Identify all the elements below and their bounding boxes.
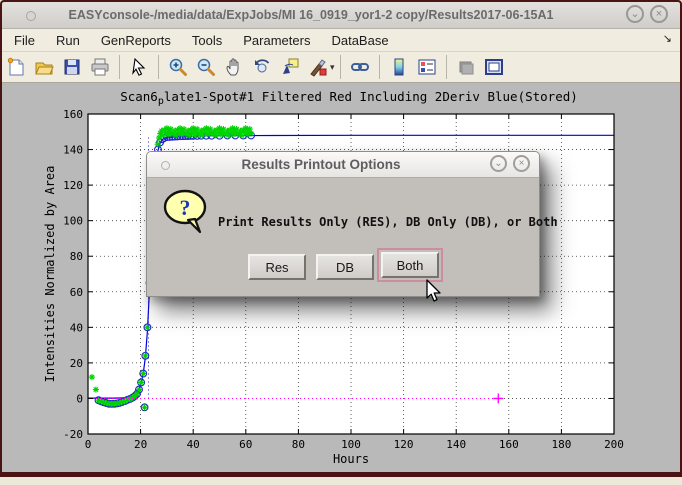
menu-genreports[interactable]: GenReports bbox=[92, 31, 180, 50]
y-tick-label: 140 bbox=[63, 144, 83, 157]
x-tick-label: 20 bbox=[134, 438, 147, 451]
menubar: File Run GenReports Tools Parameters Dat… bbox=[2, 29, 680, 52]
open-file-icon[interactable] bbox=[33, 56, 55, 78]
menu-overflow-arrow-icon[interactable]: ↘ bbox=[663, 32, 672, 45]
x-tick-label: 100 bbox=[341, 438, 361, 451]
dialog-close-button[interactable]: × bbox=[513, 155, 530, 172]
save-figure-icon[interactable] bbox=[61, 56, 83, 78]
menu-parameters[interactable]: Parameters bbox=[234, 31, 319, 50]
y-tick-label: 60 bbox=[70, 286, 83, 299]
toolbar-separator bbox=[379, 55, 380, 79]
toolbar-separator bbox=[158, 55, 159, 79]
menu-file[interactable]: File bbox=[5, 31, 44, 50]
x-tick-label: 60 bbox=[239, 438, 252, 451]
x-tick-label: 200 bbox=[604, 438, 624, 451]
res-button[interactable]: Res bbox=[248, 254, 306, 280]
y-tick-label: 160 bbox=[63, 108, 83, 121]
data-cursor-icon[interactable] bbox=[279, 56, 301, 78]
dialog-shade-button[interactable]: ⌄ bbox=[490, 155, 507, 172]
x-axis-label: Hours bbox=[333, 452, 369, 466]
x-tick-label: 40 bbox=[187, 438, 200, 451]
zoom-in-icon[interactable] bbox=[167, 56, 189, 78]
new-figure-icon[interactable] bbox=[5, 56, 27, 78]
hide-plot-tools-icon[interactable] bbox=[455, 56, 477, 78]
y-tick-label: -20 bbox=[63, 428, 83, 441]
y-tick-label: 100 bbox=[63, 215, 83, 228]
dialog-button-row: Res DB Both bbox=[147, 252, 539, 288]
easyconsole-window: EASYconsole-/media/data/ExpJobs/MI 16_09… bbox=[0, 0, 682, 477]
plot-title: Scan6plate1-Spot#1 Filtered Red Includin… bbox=[120, 89, 578, 107]
dialog-menu-icon[interactable] bbox=[161, 161, 170, 170]
both-button[interactable]: Both bbox=[381, 252, 439, 278]
rotate-3d-icon[interactable] bbox=[251, 56, 273, 78]
svg-text:?: ? bbox=[180, 195, 191, 220]
menu-tools[interactable]: Tools bbox=[183, 31, 231, 50]
dialog-message: Print Results Only (RES), DB Only (DB), … bbox=[218, 215, 558, 229]
y-tick-label: 0 bbox=[76, 392, 83, 405]
y-tick-label: 80 bbox=[70, 250, 83, 263]
question-balloon-icon: ? bbox=[162, 188, 208, 228]
toolbar-separator bbox=[119, 55, 120, 79]
insert-colorbar-icon[interactable] bbox=[388, 56, 410, 78]
window-menu-icon[interactable] bbox=[26, 11, 36, 21]
toolbar-separator bbox=[446, 55, 447, 79]
db-button[interactable]: DB bbox=[316, 254, 374, 280]
brush-data-icon[interactable] bbox=[307, 56, 329, 78]
insert-legend-icon[interactable] bbox=[416, 56, 438, 78]
menu-database[interactable]: DataBase bbox=[322, 31, 397, 50]
brush-dropdown-caret-icon[interactable]: ▾ bbox=[330, 62, 335, 73]
show-plot-tools-dock-icon[interactable] bbox=[483, 56, 505, 78]
dialog-title: Results Printout Options bbox=[147, 157, 539, 172]
window-shade-button[interactable]: ⌄ bbox=[626, 5, 644, 23]
y-tick-label: 20 bbox=[70, 357, 83, 370]
y-axis-label: Intensities Normalized by Area bbox=[43, 166, 57, 383]
results-printout-options-dialog: Results Printout Options ⌄ × ? Print Res… bbox=[146, 151, 540, 297]
window-titlebar[interactable]: EASYconsole-/media/data/ExpJobs/MI 16_09… bbox=[2, 2, 680, 29]
pan-icon[interactable] bbox=[223, 56, 245, 78]
zoom-out-icon[interactable] bbox=[195, 56, 217, 78]
mouse-cursor-icon bbox=[421, 278, 445, 304]
edit-plot-icon[interactable] bbox=[128, 56, 150, 78]
x-tick-label: 140 bbox=[446, 438, 466, 451]
dialog-titlebar[interactable]: Results Printout Options ⌄ × bbox=[147, 152, 539, 178]
both-button-focus-ring: Both bbox=[377, 248, 443, 282]
figure-toolbar: ▾ bbox=[2, 52, 680, 83]
x-tick-label: 120 bbox=[394, 438, 414, 451]
x-tick-label: 160 bbox=[499, 438, 519, 451]
toolbar-separator bbox=[340, 55, 341, 79]
window-close-button[interactable]: × bbox=[650, 5, 668, 23]
x-tick-label: 180 bbox=[551, 438, 571, 451]
window-title: EASYconsole-/media/data/ExpJobs/MI 16_09… bbox=[2, 8, 680, 22]
x-tick-label: 0 bbox=[85, 438, 92, 451]
print-figure-icon[interactable] bbox=[89, 56, 111, 78]
link-plots-icon[interactable] bbox=[349, 56, 371, 78]
y-tick-label: 40 bbox=[70, 321, 83, 334]
menu-run[interactable]: Run bbox=[47, 31, 89, 50]
x-tick-label: 80 bbox=[292, 438, 305, 451]
y-tick-label: 120 bbox=[63, 179, 83, 192]
